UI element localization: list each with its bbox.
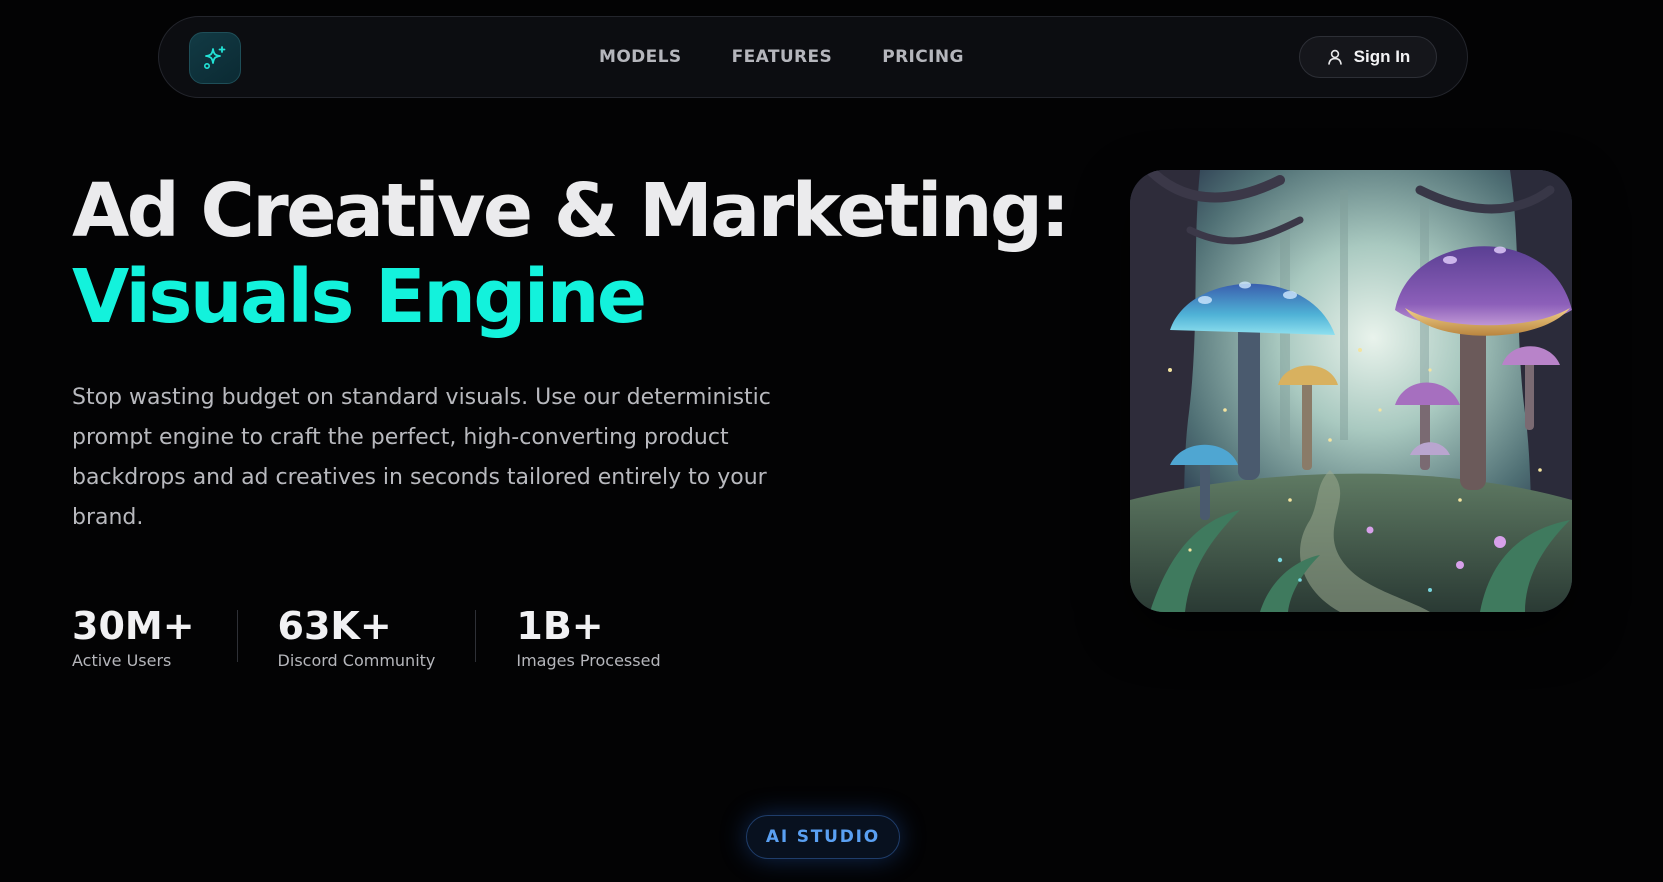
ai-studio-badge[interactable]: AI STUDIO xyxy=(746,815,900,859)
stat-value: 30M+ xyxy=(72,604,195,648)
sparkles-icon xyxy=(203,46,226,69)
hero-title: Ad Creative & Marketing: Visuals Engine xyxy=(72,168,1070,340)
stat-images-processed: 1B+ Images Processed xyxy=(476,604,660,672)
hero-description: Stop wasting budget on standard visuals.… xyxy=(72,385,771,530)
hero-image xyxy=(1130,170,1572,612)
hero-title-line1: Ad Creative & Marketing: xyxy=(72,168,1070,254)
nav-link-pricing[interactable]: PRICING xyxy=(882,47,964,67)
nav-link-features[interactable]: FEATURES xyxy=(732,47,833,67)
ai-studio-label: AI STUDIO xyxy=(765,827,881,847)
sign-in-label: Sign In xyxy=(1353,47,1411,66)
user-icon xyxy=(1327,49,1342,65)
nav-links: MODELS FEATURES PRICING xyxy=(599,17,964,97)
sign-in-button[interactable]: Sign In xyxy=(1299,36,1437,78)
stat-discord-community: 63K+ Discord Community xyxy=(238,604,476,672)
stat-value: 1B+ xyxy=(516,604,604,648)
stat-active-users: 30M+ Active Users xyxy=(72,604,237,672)
hero-title-line2: Visuals Engine xyxy=(72,254,647,340)
top-navbar: MODELS FEATURES PRICING Sign In xyxy=(158,16,1468,98)
nav-link-models[interactable]: MODELS xyxy=(599,47,682,67)
stat-label: Active Users xyxy=(72,651,172,670)
stat-value: 63K+ xyxy=(277,604,392,648)
stat-label: Images Processed xyxy=(516,651,661,670)
mushroom-forest-illustration xyxy=(1130,170,1572,612)
stat-label: Discord Community xyxy=(277,651,436,670)
logo-button[interactable] xyxy=(189,32,241,84)
page: MODELS FEATURES PRICING Sign In Ad Creat… xyxy=(0,0,1663,882)
stats-row: 30M+ Active Users 63K+ Discord Community… xyxy=(72,604,661,672)
